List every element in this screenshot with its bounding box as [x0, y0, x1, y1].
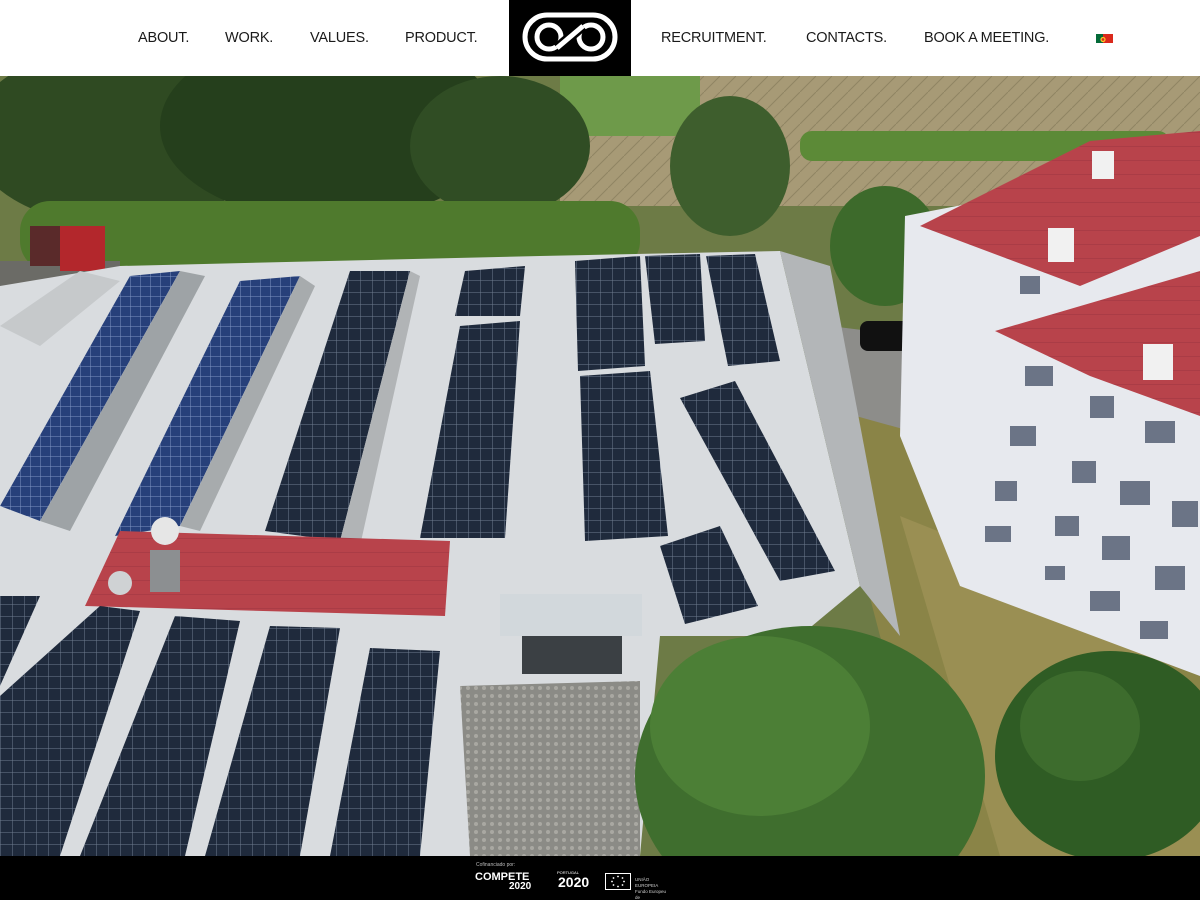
nav-contacts[interactable]: CONTACTS. [806, 27, 887, 49]
portugal-flag-icon[interactable] [1096, 32, 1113, 43]
compete-2020-logo: COMPETE 2020 [475, 872, 531, 892]
nav-about[interactable]: ABOUT. [138, 27, 189, 49]
interlocking-loops-logo-icon [522, 12, 618, 62]
portugal-2020-logo: PORTUGAL 2020 [545, 870, 590, 890]
nav-product[interactable]: PRODUCT. [405, 27, 478, 49]
site-header: ABOUT. WORK. VALUES. PRODUCT. RECRUITMEN… [0, 0, 1200, 76]
eu-caption: UNIÃO EUROPEIA Fundo Europeu de Desenvol… [635, 877, 667, 900]
cofinanced-label: Cofinanciado por: [476, 862, 516, 868]
brand-logo[interactable] [509, 0, 631, 76]
nav-book-meeting[interactable]: BOOK A MEETING. [924, 27, 1049, 49]
aerial-factory-solar-roof-illustration [0, 76, 1200, 856]
nav-recruitment[interactable]: RECRUITMENT. [661, 27, 767, 49]
compete-year: 2020 [509, 881, 532, 892]
portugal-2020-label: PORTUGAL [557, 870, 579, 875]
nav-work[interactable]: WORK. [225, 27, 273, 49]
funding-footer [0, 856, 1200, 900]
nav-values[interactable]: VALUES. [310, 27, 369, 49]
portugal-2020-year: 2020 [558, 874, 590, 890]
eu-flag-icon [605, 873, 631, 890]
hero-aerial-photo [0, 76, 1200, 856]
